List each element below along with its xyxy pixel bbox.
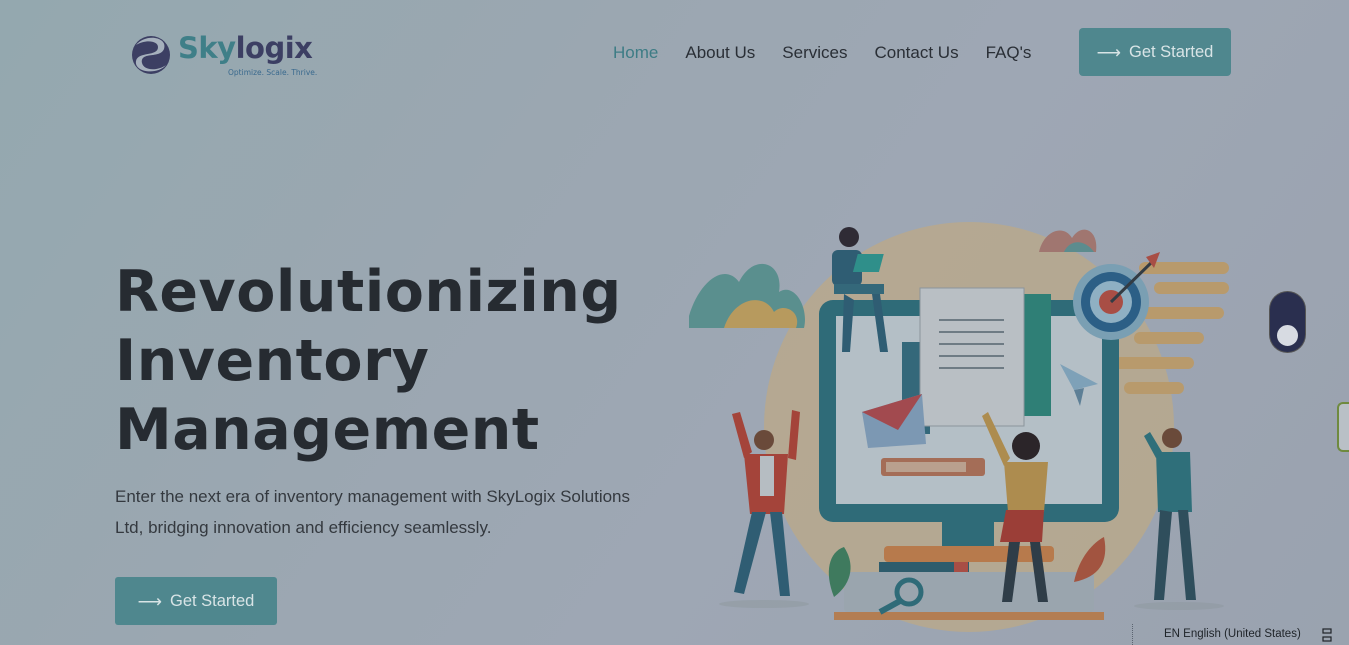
header-get-started-button[interactable]: ⟶ Get Started bbox=[1079, 28, 1231, 76]
brand-logo[interactable]: Skylogix Optimize. Scale. Thrive. bbox=[128, 28, 318, 80]
language-label: EN English (United States) bbox=[1164, 628, 1301, 640]
hero-title-line-2: Inventory bbox=[115, 328, 430, 394]
brand-tagline: Optimize. Scale. Thrive. bbox=[228, 68, 318, 77]
main-navigation: Home About Us Services Contact Us FAQ's bbox=[613, 40, 1058, 66]
hero-title: Revolutionizing Inventory Management bbox=[115, 258, 622, 465]
header-get-started-label: Get Started bbox=[1128, 42, 1214, 61]
nav-item-contact-us[interactable]: Contact Us bbox=[874, 40, 958, 66]
inventory-team-illustration bbox=[689, 222, 1229, 632]
arrow-right-icon: ⟶ bbox=[1096, 42, 1121, 62]
hero-get-started-button[interactable]: ⟶ Get Started bbox=[115, 577, 277, 625]
hero-title-line-1: Revolutionizing bbox=[115, 259, 622, 325]
brand-wordmark: Skylogix bbox=[178, 31, 313, 65]
brand-name-part2: logix bbox=[235, 31, 313, 65]
nav-item-faqs[interactable]: FAQ's bbox=[986, 40, 1032, 66]
hero-description: Enter the next era of inventory manageme… bbox=[115, 487, 631, 537]
nav-item-services[interactable]: Services bbox=[782, 40, 847, 66]
theme-toggle-switch[interactable] bbox=[1270, 292, 1305, 352]
hero-get-started-label: Get Started bbox=[169, 591, 255, 610]
brand-name-part1: Sky bbox=[178, 31, 236, 65]
hero-title-line-3: Management bbox=[115, 397, 540, 463]
arrow-right-icon: ⟶ bbox=[137, 591, 162, 611]
expand-icon[interactable] bbox=[1322, 628, 1332, 642]
nav-item-home[interactable]: Home bbox=[613, 40, 658, 66]
toggle-knob bbox=[1275, 323, 1300, 348]
side-edge-tab[interactable] bbox=[1337, 402, 1349, 452]
logo-swirl-icon bbox=[132, 36, 170, 74]
language-status-bar[interactable]: EN English (United States) bbox=[1132, 624, 1349, 645]
nav-item-about-us[interactable]: About Us bbox=[685, 40, 755, 66]
